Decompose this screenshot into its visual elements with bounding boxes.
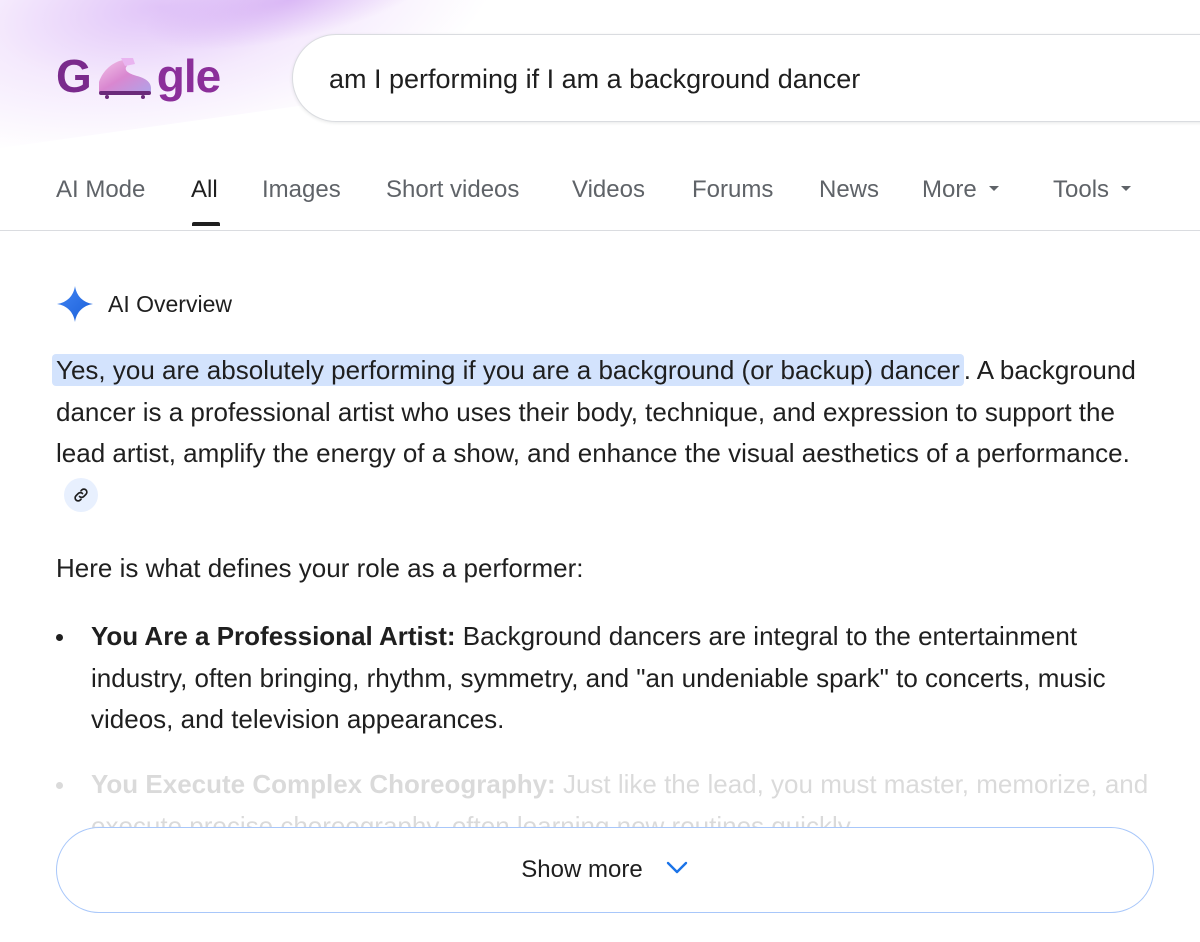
source-link-button[interactable] — [64, 477, 98, 512]
tab-images[interactable]: Images — [262, 176, 341, 204]
bullet-title: You Execute Complex Choreography: — [91, 769, 556, 799]
logo-letter-g: G — [56, 50, 92, 102]
tab-tools-label: Tools — [1053, 176, 1110, 203]
search-results-page: G gle AI Mode A — [0, 0, 1200, 942]
tab-videos[interactable]: Videos — [572, 176, 645, 204]
active-tab-indicator — [192, 222, 220, 226]
show-more-button[interactable]: Show more — [56, 827, 1154, 913]
logo-letters-gle: gle — [156, 50, 221, 102]
highlighted-answer: Yes, you are absolutely performing if yo… — [52, 354, 964, 386]
tab-news[interactable]: News — [819, 176, 879, 204]
bullet-dot — [56, 782, 63, 789]
tab-short-videos[interactable]: Short videos — [386, 176, 519, 204]
search-tabs: AI Mode All Images Short videos Videos F… — [0, 160, 1200, 231]
tab-all[interactable]: All — [191, 176, 218, 204]
caret-down-icon — [988, 186, 999, 192]
link-icon — [74, 487, 88, 502]
search-input[interactable] — [329, 59, 1029, 99]
bullet-dot — [56, 634, 63, 641]
tab-forums[interactable]: Forums — [692, 176, 773, 204]
ai-overview-header: AI Overview — [56, 284, 232, 324]
search-box[interactable] — [292, 34, 1200, 122]
google-doodle-logo[interactable]: G gle — [56, 46, 221, 106]
caret-down-icon — [1121, 186, 1132, 192]
gemini-sparkle-icon — [57, 286, 93, 322]
lead-in-text: Here is what defines your role as a perf… — [56, 553, 584, 583]
tab-tools[interactable]: Tools — [1053, 176, 1132, 204]
tab-more-label: More — [922, 176, 977, 203]
tab-ai-mode[interactable]: AI Mode — [56, 176, 145, 204]
show-more-label: Show more — [521, 856, 643, 883]
tab-more[interactable]: More — [922, 176, 999, 204]
ai-overview-intro: Yes, you are absolutely performing if yo… — [52, 350, 1146, 516]
chevron-down-icon — [665, 860, 689, 881]
ai-overview-label: AI Overview — [108, 290, 232, 317]
dance-shoe-doodle-icon — [93, 52, 155, 100]
role-bullet-list: You Are a Professional Artist: Backgroun… — [56, 616, 1136, 763]
bullet-title: You Are a Professional Artist: — [91, 621, 456, 651]
list-item: You Are a Professional Artist: Backgroun… — [56, 616, 1136, 741]
